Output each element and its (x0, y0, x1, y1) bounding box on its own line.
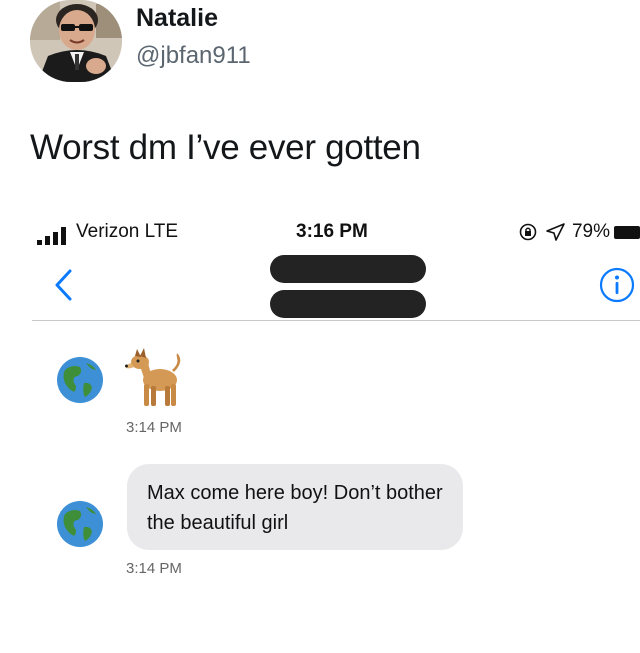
status-right-group: 79% (518, 219, 640, 245)
conversation-header (0, 250, 640, 320)
tweet-header: Natalie @jbfan911 (0, 0, 640, 110)
battery-icon (614, 225, 640, 239)
display-name[interactable]: Natalie (136, 4, 218, 33)
dog-emoji-icon (125, 348, 181, 406)
battery-percentage: 79% (571, 221, 610, 242)
tweet-text: Worst dm I’ve ever gotten (30, 128, 421, 167)
location-arrow-icon (546, 223, 565, 241)
globe-emoji-icon (57, 357, 103, 403)
message-timestamp: 3:14 PM (126, 560, 182, 577)
redacted-contact-detail (270, 290, 426, 318)
profile-avatar[interactable] (30, 0, 122, 82)
info-icon[interactable] (598, 266, 636, 304)
message-timestamp: 3:14 PM (126, 419, 182, 436)
carrier-label: Verizon LTE (76, 221, 179, 242)
profile-photo-icon (30, 0, 122, 82)
globe-emoji-icon (57, 501, 103, 547)
message-text: Max come here boy! Don’t bother the beau… (147, 482, 443, 534)
user-handle[interactable]: @jbfan911 (136, 42, 251, 70)
signal-bars-icon (37, 227, 66, 245)
message-bubble[interactable]: Max come here boy! Don’t bother the beau… (127, 464, 463, 550)
status-time: 3:16 PM (296, 221, 368, 242)
header-divider (32, 320, 640, 321)
chevron-left-icon[interactable] (52, 268, 74, 302)
redacted-contact-name (270, 255, 426, 283)
orientation-lock-icon (519, 223, 537, 241)
status-bar: Verizon LTE 3:16 PM 79% (0, 210, 640, 250)
